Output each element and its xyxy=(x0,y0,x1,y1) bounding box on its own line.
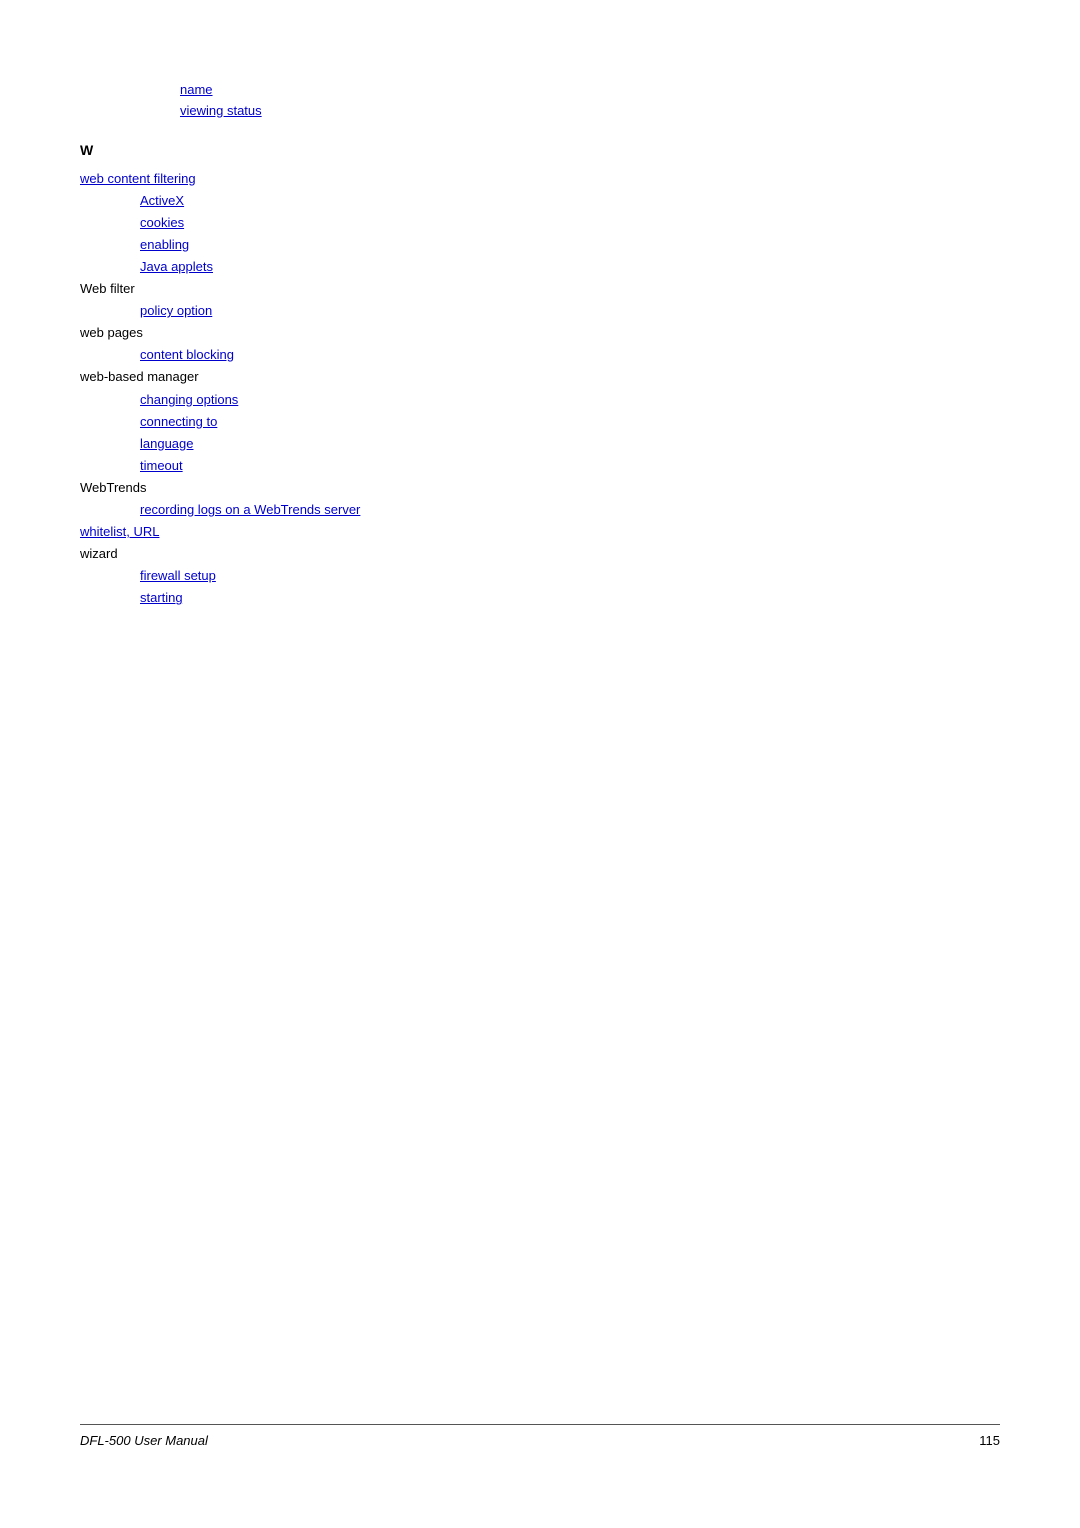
footer-page-number: 115 xyxy=(979,1433,1000,1448)
entry-recording-logs: recording logs on a WebTrends server xyxy=(140,499,1000,521)
index-section: name viewing status W web content filter… xyxy=(80,80,1000,609)
link-viewing-status[interactable]: viewing status xyxy=(180,101,1000,122)
text-wizard: wizard xyxy=(80,546,118,561)
entry-activex: ActiveX xyxy=(140,190,1000,212)
link-whitelist-url[interactable]: whitelist, URL xyxy=(80,524,159,539)
link-java-applets[interactable]: Java applets xyxy=(140,259,213,274)
text-web-filter: Web filter xyxy=(80,281,135,296)
link-firewall-setup[interactable]: firewall setup xyxy=(140,568,216,583)
entry-whitelist-url: whitelist, URL xyxy=(80,521,1000,543)
entry-java-applets: Java applets xyxy=(140,256,1000,278)
link-name[interactable]: name xyxy=(180,80,1000,101)
link-language[interactable]: language xyxy=(140,436,194,451)
entry-web-content-filtering: web content filtering xyxy=(80,168,1000,190)
footer: DFL-500 User Manual 115 xyxy=(80,1424,1000,1448)
link-cookies[interactable]: cookies xyxy=(140,215,184,230)
entry-firewall-setup: firewall setup xyxy=(140,565,1000,587)
prev-links: name viewing status xyxy=(180,80,1000,122)
entry-connecting-to: connecting to xyxy=(140,411,1000,433)
entry-webtrends: WebTrends xyxy=(80,477,1000,499)
footer-manual-title: DFL-500 User Manual xyxy=(80,1433,208,1448)
link-connecting-to[interactable]: connecting to xyxy=(140,414,217,429)
entry-web-based-manager: web-based manager xyxy=(80,366,1000,388)
entry-content-blocking: content blocking xyxy=(140,344,1000,366)
entry-cookies: cookies xyxy=(140,212,1000,234)
page-container: name viewing status W web content filter… xyxy=(0,0,1080,1528)
text-web-pages: web pages xyxy=(80,325,143,340)
link-content-blocking[interactable]: content blocking xyxy=(140,347,234,362)
entry-language: language xyxy=(140,433,1000,455)
entry-starting: starting xyxy=(140,587,1000,609)
entry-policy-option: policy option xyxy=(140,300,1000,322)
text-webtrends: WebTrends xyxy=(80,480,146,495)
entry-changing-options: changing options xyxy=(140,389,1000,411)
link-timeout[interactable]: timeout xyxy=(140,458,183,473)
entry-enabling: enabling xyxy=(140,234,1000,256)
link-enabling[interactable]: enabling xyxy=(140,237,189,252)
entry-wizard: wizard xyxy=(80,543,1000,565)
link-starting[interactable]: starting xyxy=(140,590,183,605)
link-changing-options[interactable]: changing options xyxy=(140,392,238,407)
link-activex[interactable]: ActiveX xyxy=(140,193,184,208)
entry-timeout: timeout xyxy=(140,455,1000,477)
entry-web-pages: web pages xyxy=(80,322,1000,344)
section-header-w: W xyxy=(80,142,1000,158)
text-web-based-manager: web-based manager xyxy=(80,369,199,384)
link-web-content-filtering[interactable]: web content filtering xyxy=(80,171,196,186)
link-recording-logs[interactable]: recording logs on a WebTrends server xyxy=(140,502,360,517)
link-policy-option[interactable]: policy option xyxy=(140,303,212,318)
entry-web-filter: Web filter xyxy=(80,278,1000,300)
